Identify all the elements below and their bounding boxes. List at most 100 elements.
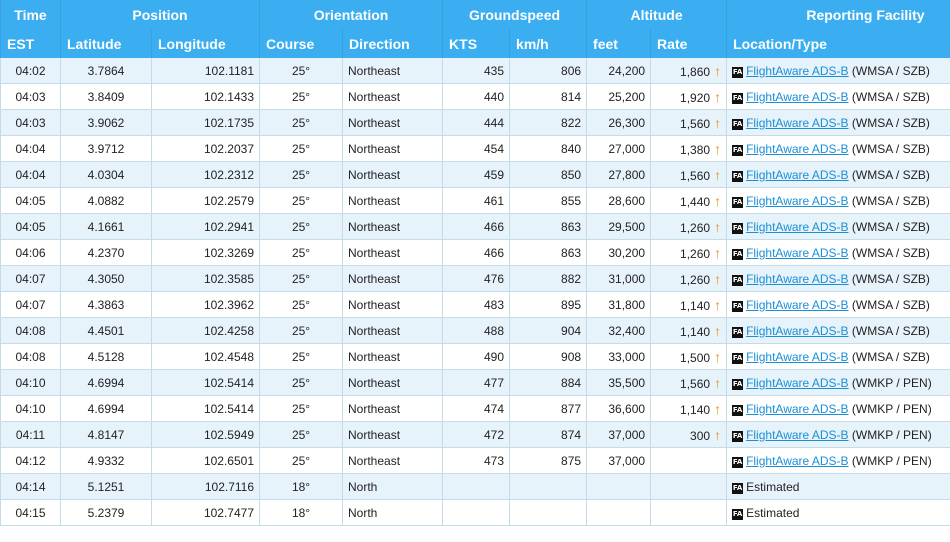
flightaware-logo-icon: FA [732, 326, 744, 338]
source-link[interactable]: FlightAware ADS-B [746, 168, 849, 182]
up-arrow-icon: ↑ [714, 348, 722, 365]
source-link[interactable]: FlightAware ADS-B [746, 454, 849, 468]
rate-value: 1,920 [680, 90, 711, 105]
flightaware-logo-icon: FA [732, 92, 744, 104]
cell-direction: Northeast [342, 447, 443, 474]
source-link[interactable]: FlightAware ADS-B [746, 90, 849, 104]
source-link[interactable]: FlightAware ADS-B [746, 64, 849, 78]
source-link[interactable]: FlightAware ADS-B [746, 220, 849, 234]
cell-location-type: FA FlightAware ADS-B (WMKP / PEN) [726, 395, 950, 422]
table-row: 04:02 3.7864 102.1181 25° Northeast 435 806 24,… [0, 58, 950, 84]
cell-kts: 476 [442, 265, 510, 292]
cell-kmh: 840 [509, 135, 587, 162]
cell-longitude: 102.4548 [150, 343, 260, 370]
source-link[interactable]: FlightAware ADS-B [746, 272, 849, 286]
source-link[interactable]: FlightAware ADS-B [746, 194, 849, 208]
cell-time: 04:05 [0, 187, 61, 214]
col-location-type: Location/Type [726, 29, 950, 58]
cell-course: 25° [259, 239, 343, 266]
cell-location-type: FA Estimated [726, 473, 950, 500]
cell-feet: 36,600 [586, 395, 651, 422]
up-arrow-icon: ↑ [714, 62, 722, 79]
cell-location-type: FA FlightAware ADS-B (WMKP / PEN) [726, 421, 950, 448]
cell-direction: Northeast [342, 83, 443, 110]
table-row: 04:10 4.6994 102.5414 25° Northeast 474 877 36,… [0, 395, 950, 422]
source-link[interactable]: FlightAware ADS-B [746, 428, 849, 442]
table-row: 04:15 5.2379 102.7477 18° North FA Estimated [0, 499, 950, 526]
cell-direction: Northeast [342, 213, 443, 240]
rate-value: 1,260 [680, 246, 711, 261]
cell-direction: Northeast [342, 265, 443, 292]
cell-location-type: FA FlightAware ADS-B (WMSA / SZB) [726, 291, 950, 318]
cell-course: 25° [259, 213, 343, 240]
cell-location-type: FA FlightAware ADS-B (WMSA / SZB) [726, 109, 950, 136]
source-link[interactable]: FlightAware ADS-B [746, 376, 849, 390]
cell-course: 25° [259, 187, 343, 214]
up-arrow-icon: ↑ [714, 400, 722, 417]
cell-rate: 1,380 ↑ [650, 135, 727, 162]
up-arrow-icon: ↑ [714, 166, 722, 183]
source-link[interactable]: FlightAware ADS-B [746, 116, 849, 130]
cell-latitude: 3.7864 [60, 58, 152, 84]
rate-value: 1,140 [680, 402, 711, 417]
facility-label: (WMKP / PEN) [851, 401, 932, 416]
cell-kts: 488 [442, 317, 510, 344]
cell-time: 04:04 [0, 135, 61, 162]
table-row: 04:08 4.5128 102.4548 25° Northeast 490 908 33,… [0, 343, 950, 370]
cell-direction: Northeast [342, 161, 443, 188]
header-position: Position [59, 0, 260, 29]
table-row: 04:14 5.1251 102.7116 18° North FA Estimated [0, 473, 950, 500]
cell-time: 04:04 [0, 161, 61, 188]
cell-kts: 483 [442, 291, 510, 318]
cell-rate: 1,440 ↑ [650, 187, 727, 214]
cell-course: 18° [259, 473, 343, 500]
cell-direction: Northeast [342, 239, 443, 266]
cell-kts: 435 [442, 58, 510, 84]
cell-longitude: 102.5949 [150, 421, 260, 448]
rate-value: 1,860 [680, 64, 711, 79]
source-link[interactable]: FlightAware ADS-B [746, 246, 849, 260]
facility-label: (WMSA / SZB) [851, 245, 930, 260]
source-link[interactable]: FlightAware ADS-B [746, 142, 849, 156]
rate-value: 1,560 [680, 168, 711, 183]
table-row: 04:12 4.9332 102.6501 25° Northeast 473 875 37,… [0, 447, 950, 474]
rate-value: 1,260 [680, 272, 711, 287]
cell-kts: 466 [442, 213, 510, 240]
source-link[interactable]: FlightAware ADS-B [746, 350, 849, 364]
flightaware-logo-icon: FA [732, 482, 744, 494]
facility-label: (WMSA / SZB) [851, 271, 930, 286]
cell-time: 04:07 [0, 291, 61, 318]
source-link[interactable]: FlightAware ADS-B [746, 402, 849, 416]
cell-location-type: FA Estimated [726, 499, 950, 526]
facility-label: (WMSA / SZB) [851, 63, 930, 78]
cell-time: 04:15 [0, 499, 61, 526]
facility-label: (WMKP / PEN) [851, 453, 932, 468]
table-row: 04:03 3.9062 102.1735 25° Northeast 444 822 26,… [0, 109, 950, 136]
cell-kts [442, 473, 510, 500]
cell-location-type: FA FlightAware ADS-B (WMSA / SZB) [726, 187, 950, 214]
cell-direction: Northeast [342, 291, 443, 318]
facility-label: (WMSA / SZB) [851, 349, 930, 364]
up-arrow-icon: ↑ [714, 322, 722, 339]
cell-latitude: 4.4501 [60, 317, 152, 344]
up-arrow-icon: ↑ [714, 244, 722, 261]
cell-rate [650, 447, 727, 474]
cell-course: 25° [259, 447, 343, 474]
flightaware-logo-icon: FA [732, 300, 744, 312]
source-link[interactable]: FlightAware ADS-B [746, 298, 849, 312]
cell-kts: 454 [442, 135, 510, 162]
cell-location-type: FA FlightAware ADS-B (WMSA / SZB) [726, 213, 950, 240]
track-rows: 04:02 3.7864 102.1181 25° Northeast 435 806 24,… [0, 58, 950, 526]
rate-value: 1,560 [680, 116, 711, 131]
cell-latitude: 3.8409 [60, 83, 152, 110]
col-longitude: Longitude [150, 29, 260, 58]
source-link[interactable]: FlightAware ADS-B [746, 324, 849, 338]
cell-longitude: 102.7116 [150, 473, 260, 500]
cell-longitude: 102.1181 [150, 58, 260, 84]
rate-value: 1,140 [680, 324, 711, 339]
cell-feet: 29,500 [586, 213, 651, 240]
cell-latitude: 5.2379 [60, 499, 152, 526]
facility-label: Estimated [746, 479, 800, 494]
cell-feet [586, 499, 651, 526]
cell-feet: 27,000 [586, 135, 651, 162]
